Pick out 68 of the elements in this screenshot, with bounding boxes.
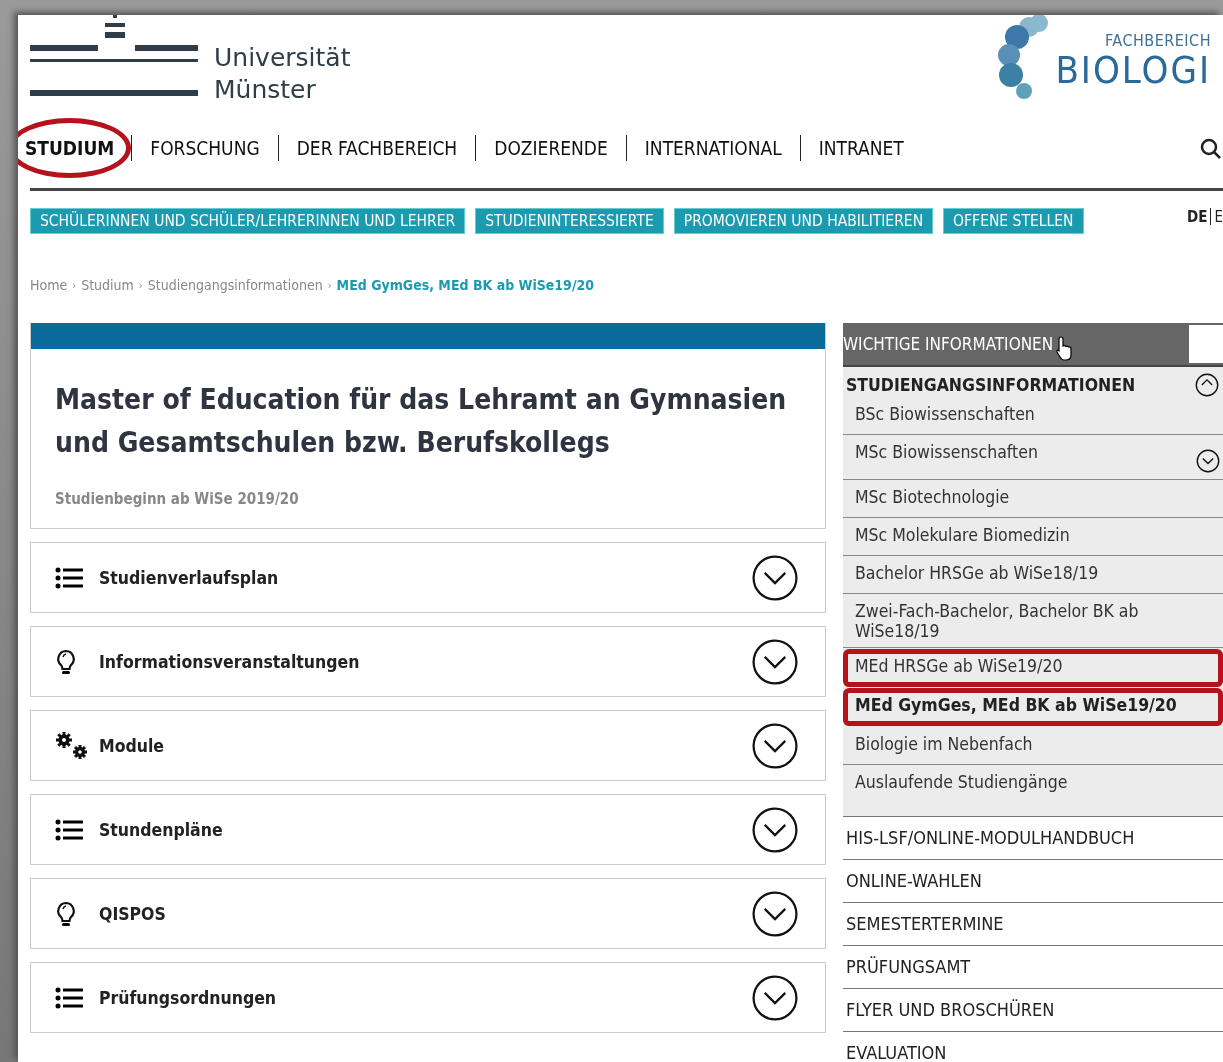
section-title: QISPOS bbox=[99, 903, 167, 924]
language-link[interactable]: E bbox=[1214, 208, 1223, 226]
breadcrumb-separator: › bbox=[72, 278, 77, 292]
breadcrumb-link[interactable]: Home bbox=[30, 277, 68, 293]
accordion-section[interactable]: QISPOS bbox=[30, 878, 826, 949]
lightbulb-icon bbox=[55, 648, 77, 675]
sidebar-link[interactable]: MSc Molekulare Biomedizin bbox=[843, 518, 1223, 556]
expand-toggle-icon bbox=[751, 973, 799, 1022]
nav-link[interactable]: DER FACHBEREICH bbox=[278, 122, 476, 173]
accordion-section[interactable]: Informationsveranstaltungen bbox=[30, 626, 826, 697]
faculty-label: FACHBEREICH bbox=[1105, 31, 1211, 50]
sidebar-link[interactable]: Zwei-Fach-Bachelor, Bachelor BK ab WiSe18/19 bbox=[843, 594, 1223, 648]
nav-link[interactable]: DOZIERENDE bbox=[476, 122, 626, 173]
accordion-section[interactable]: Module bbox=[30, 710, 826, 781]
nav-link[interactable]: INTERNATIONAL bbox=[626, 122, 800, 173]
sidebar-title: WICHTIGE INFORMATIONEN bbox=[843, 333, 1054, 356]
accordion-section[interactable]: Prüfungsordnungen bbox=[30, 962, 826, 1033]
page-title: Master of Education für das Lehramt an Gymnasien und Gesamtschulen bzw. Berufskollegs bbox=[55, 382, 788, 461]
section-title: Informationsveranstaltungen bbox=[99, 651, 361, 672]
university-name: Münster bbox=[214, 74, 317, 106]
expand-toggle-icon bbox=[1196, 449, 1220, 473]
sidebar-link[interactable]: Auslaufende Studiengänge bbox=[843, 765, 1223, 802]
language-link[interactable]: DE bbox=[1187, 208, 1208, 226]
section-title: Prüfungsordnungen bbox=[99, 987, 278, 1008]
sidebar-link[interactable]: BSc Biowissenschaften bbox=[843, 397, 1223, 435]
sidebar-link[interactable]: Biologie im Nebenfach bbox=[843, 727, 1223, 765]
faculty-name: BIOLOGI bbox=[1055, 50, 1211, 90]
university-name: Universität bbox=[214, 42, 351, 74]
hand-cursor-icon bbox=[1055, 336, 1074, 362]
nav-link[interactable]: STUDIUM bbox=[18, 117, 132, 178]
breadcrumb-separator: › bbox=[327, 278, 332, 292]
search-icon bbox=[1199, 137, 1223, 161]
expand-toggle-icon bbox=[751, 805, 799, 854]
list-icon bbox=[55, 565, 83, 590]
accordion-section[interactable]: Studienverlaufsplan bbox=[30, 542, 826, 613]
lightbulb-icon bbox=[55, 900, 77, 927]
sidebar-link[interactable]: HIS-LSF/ONLINE-MODULHANDBUCH bbox=[843, 817, 1223, 860]
nav-link[interactable]: INTRANET bbox=[800, 122, 922, 173]
page-subtitle: Studienbeginn ab WiSe 2019/20 bbox=[55, 490, 300, 508]
sidebar-section-title[interactable]: STUDIENGANGSINFORMATIONEN bbox=[846, 375, 1136, 395]
blank-panel bbox=[1189, 325, 1223, 363]
sidebar-link[interactable]: MSc Biowissenschaften bbox=[843, 435, 1223, 480]
sidebar-link[interactable]: Bachelor HRSGe ab WiSe18/19 bbox=[843, 556, 1223, 594]
sidebar-link[interactable]: SEMESTERTERMINE bbox=[843, 903, 1223, 946]
section-title: Studienverlaufsplan bbox=[99, 567, 280, 588]
section-title: Stundenpläne bbox=[99, 819, 224, 840]
breadcrumb-link[interactable]: Studium bbox=[81, 277, 134, 293]
gears-icon bbox=[55, 730, 89, 761]
breadcrumb-link[interactable]: Studiengangsinformationen bbox=[147, 277, 323, 293]
university-logo-icon bbox=[30, 15, 198, 99]
expand-toggle-icon bbox=[751, 889, 799, 938]
expand-toggle-icon bbox=[751, 553, 799, 602]
expand-toggle-icon bbox=[751, 637, 799, 686]
list-icon bbox=[55, 817, 83, 842]
section-title: Module bbox=[99, 735, 166, 756]
nav-link[interactable]: FORSCHUNG bbox=[132, 122, 278, 173]
accordion-section[interactable]: Stundenpläne bbox=[30, 794, 826, 865]
sidebar-link[interactable]: MEd HRSGe ab WiSe19/20 bbox=[843, 649, 1223, 687]
sidebar-link[interactable]: EVALUATION bbox=[843, 1032, 1223, 1062]
collapse-toggle-icon bbox=[1195, 373, 1219, 397]
expand-toggle-icon bbox=[751, 721, 799, 770]
sidebar-link[interactable]: MEd GymGes, MEd BK ab WiSe19/20 bbox=[843, 688, 1223, 726]
sidebar-link[interactable]: ONLINE-WAHLEN bbox=[843, 860, 1223, 903]
breadcrumb-separator: › bbox=[138, 278, 143, 292]
list-icon bbox=[55, 985, 83, 1010]
sidebar-link[interactable]: FLYER UND BROSCHÜREN bbox=[843, 989, 1223, 1032]
sidebar-link[interactable]: PRÜFUNGSAMT bbox=[843, 946, 1223, 989]
sidebar-link[interactable]: MSc Biotechnologie bbox=[843, 480, 1223, 518]
